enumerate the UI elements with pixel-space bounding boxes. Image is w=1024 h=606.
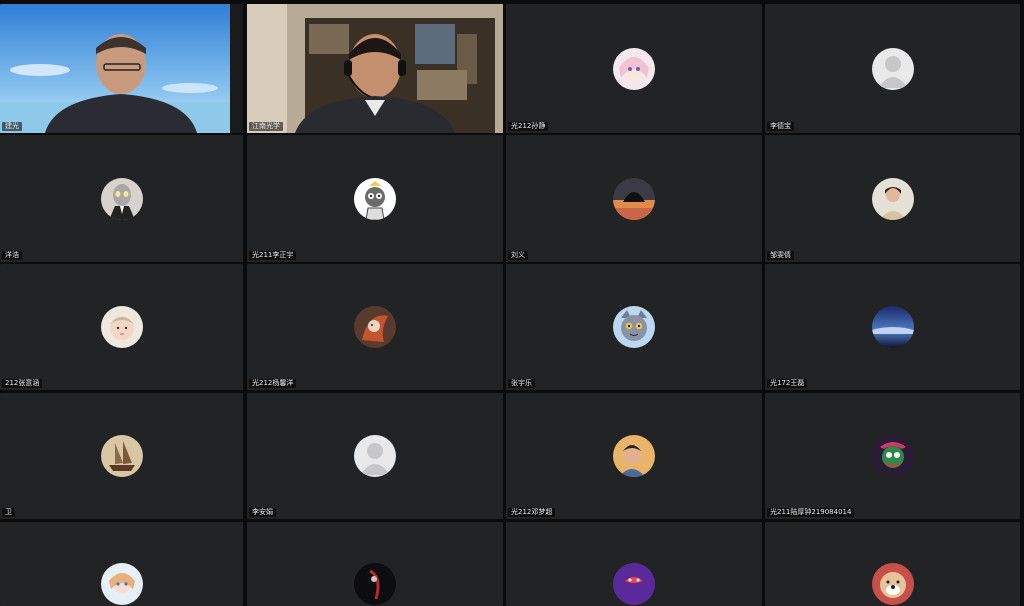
participant-name: 卫 (2, 508, 15, 517)
participant-name: 建光 (2, 122, 22, 131)
night-sky-avatar (871, 306, 914, 348)
participant-name: 光172王磊 (767, 379, 808, 388)
participant-tile[interactable] (765, 522, 1020, 606)
participant-name: 洋浩 (2, 251, 22, 260)
participant-tile[interactable]: 光211陆厚钟219084014 (765, 393, 1020, 519)
participant-tile[interactable]: 李安娟 (247, 393, 503, 519)
participant-name: 光212邓梦超 (508, 508, 556, 517)
boy-photo-avatar (613, 435, 655, 477)
participant-tile[interactable]: 邹雯倩 (765, 135, 1020, 262)
participant-tile-active-speaker[interactable]: 江南光学 (247, 4, 503, 133)
participant-tile[interactable]: 光212邓梦超 (506, 393, 762, 519)
participant-name: 李安娟 (249, 508, 276, 517)
dark-figure-avatar (354, 563, 396, 605)
participant-tile[interactable] (506, 522, 762, 606)
participant-name: 212张意涵 (2, 379, 43, 388)
participant-name: 张宇乐 (508, 379, 535, 388)
sailing-ship-avatar (100, 435, 143, 477)
participant-tile[interactable]: 光172王磊 (765, 264, 1020, 390)
participant-tile[interactable]: 建光 (0, 4, 243, 133)
participant-tile[interactable]: 李德宝 (765, 4, 1020, 133)
participant-tile[interactable]: 张宇乐 (506, 264, 762, 390)
baby-avatar (100, 306, 143, 348)
participant-tile[interactable] (247, 522, 503, 606)
participant-tile[interactable]: 光212孙静 (506, 4, 762, 133)
video-grid: 建光 江南光学 光212孙静 李德宝 洋浩 光211李正宇 刘义 邹雯倩 212… (0, 0, 1024, 606)
anime-girl-avatar (613, 47, 655, 90)
ultraman-avatar (100, 177, 143, 220)
participant-name: 光212孙静 (508, 122, 549, 131)
participant-name: 光212杨馨洋 (249, 379, 297, 388)
cartoon-cat-avatar (354, 177, 396, 220)
purple-ghost-avatar (613, 563, 655, 605)
participant-tile[interactable]: 光212杨馨洋 (247, 264, 503, 390)
gray-cat-avatar (613, 306, 655, 348)
participant-tile[interactable]: 洋浩 (0, 135, 243, 262)
participant-tile[interactable]: 212张意涵 (0, 264, 243, 390)
participant-video (247, 4, 503, 133)
default-user-avatar (354, 435, 396, 477)
portrait-avatar (871, 177, 914, 220)
red-fox-avatar (354, 306, 396, 348)
participant-name: 江南光学 (249, 122, 283, 131)
default-user-avatar (871, 47, 914, 90)
participant-tile[interactable]: 卫 (0, 393, 243, 519)
participant-name: 李德宝 (767, 122, 794, 131)
participant-name: 刘义 (508, 251, 528, 260)
participant-tile[interactable]: 光211李正宇 (247, 135, 503, 262)
participant-name: 光211李正宇 (249, 251, 297, 260)
clown-avatar (871, 435, 914, 477)
participant-tile[interactable] (0, 522, 243, 606)
sunset-tree-avatar (613, 177, 655, 220)
participant-tile[interactable]: 刘义 (506, 135, 762, 262)
participant-name: 光211陆厚钟219084014 (767, 508, 855, 517)
dog-avatar (871, 563, 914, 605)
anime-avatar (100, 563, 143, 605)
participant-video (0, 4, 243, 133)
participant-name: 邹雯倩 (767, 251, 794, 260)
